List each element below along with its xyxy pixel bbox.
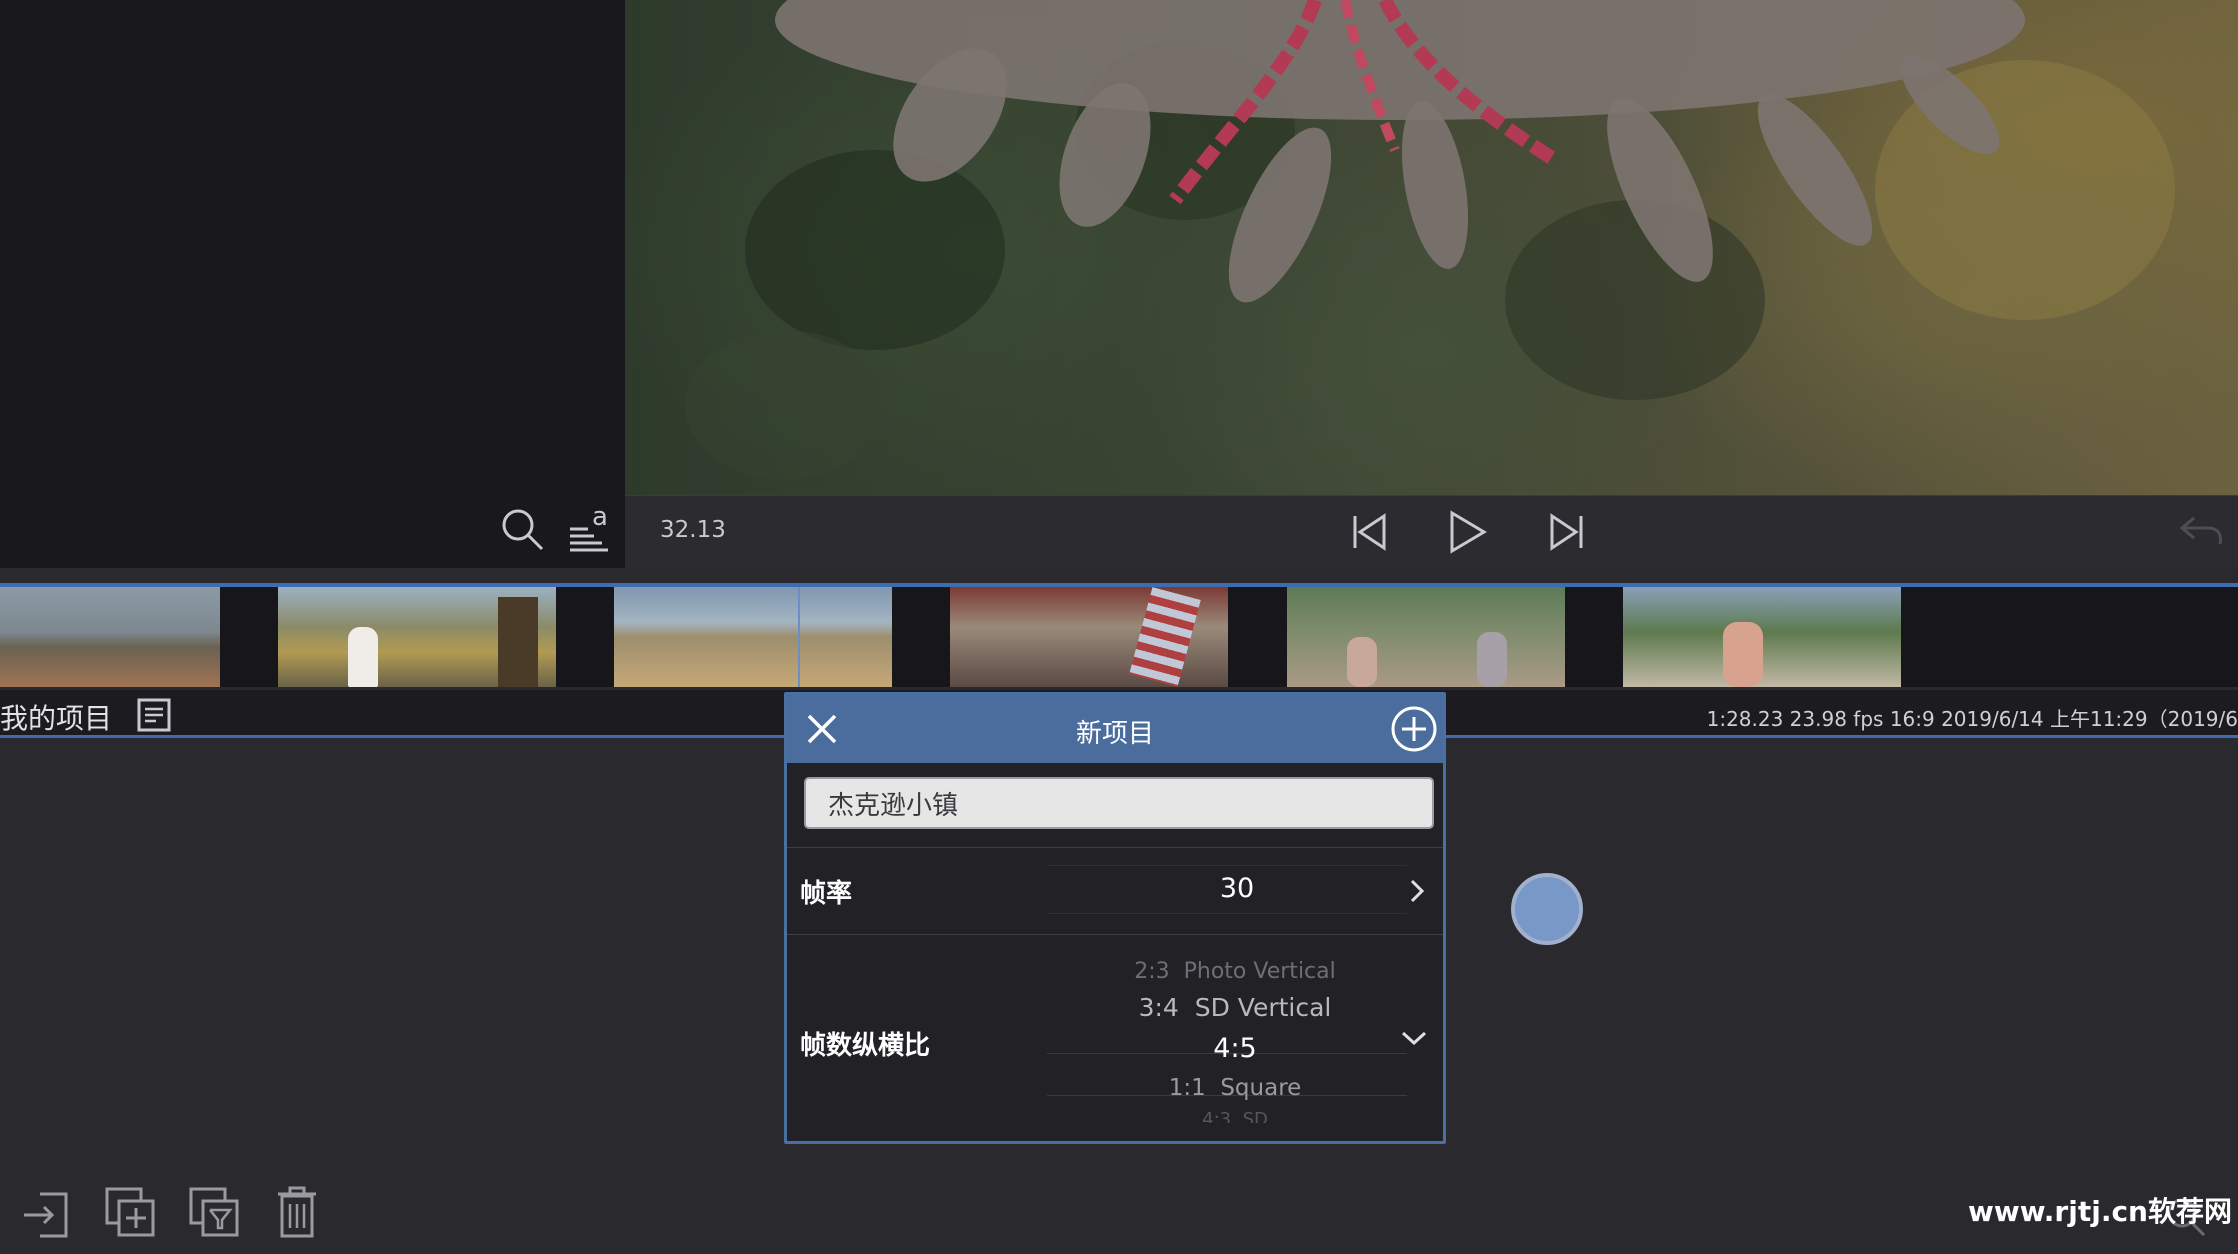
- text-sort-icon[interactable]: a: [566, 503, 616, 553]
- project-filmstrip[interactable]: [0, 587, 2238, 687]
- close-icon[interactable]: [797, 704, 847, 754]
- divider: [787, 934, 1443, 935]
- project-name-input[interactable]: [804, 777, 1434, 829]
- aspect-option[interactable]: 2:3 Photo Vertical: [1017, 959, 1446, 984]
- clip-thumbnail[interactable]: [1287, 587, 1565, 687]
- project-notes-icon[interactable]: [136, 697, 174, 733]
- watermark: www.rjtj.cn软荐网: [1968, 1190, 2232, 1230]
- trash-icon[interactable]: [276, 1186, 320, 1240]
- project-metadata: 1:28.23 23.98 fps 16:9 2019/6/14 上午11:29…: [1707, 703, 2238, 732]
- frame-rate-label: 帧率: [800, 873, 852, 910]
- svg-text:a: a: [592, 503, 608, 532]
- undo-icon[interactable]: [2178, 512, 2224, 548]
- transport-bar: [625, 495, 2238, 568]
- filter-project-icon[interactable]: [188, 1186, 242, 1240]
- aspect-ratio-label: 帧数纵横比: [800, 1025, 930, 1062]
- aspect-option-selected[interactable]: 4:5: [1017, 1033, 1446, 1064]
- aspect-option[interactable]: 4:3 SD: [1017, 1109, 1446, 1123]
- clip-thumbnail[interactable]: [0, 587, 220, 687]
- search-icon[interactable]: [500, 507, 546, 553]
- play-icon[interactable]: [1446, 509, 1490, 555]
- divider: [787, 847, 1443, 848]
- frame-rate-value[interactable]: 30: [1027, 873, 1446, 904]
- picker-line: [1047, 865, 1407, 866]
- red-cord: [1115, 0, 1575, 230]
- clip-thumbnail[interactable]: [950, 587, 1228, 687]
- clip-thumbnail[interactable]: [614, 587, 892, 687]
- import-icon[interactable]: [22, 1190, 72, 1240]
- new-project-dialog: 新项目 帧率 30 帧数纵横比 2:3 Photo Vertical 3:4 S…: [784, 692, 1446, 1144]
- timecode: 32.13: [660, 517, 726, 543]
- playhead[interactable]: [798, 587, 800, 687]
- add-icon[interactable]: [1389, 704, 1439, 754]
- aspect-option[interactable]: 1:1 Square: [1017, 1075, 1446, 1101]
- touch-indicator: [1511, 873, 1583, 945]
- video-preview[interactable]: [625, 0, 2238, 495]
- clip-thumbnail[interactable]: [1623, 587, 1901, 687]
- chevron-right-icon[interactable]: [1404, 873, 1430, 909]
- add-project-icon[interactable]: [104, 1186, 158, 1240]
- project-title[interactable]: 我的项目: [0, 697, 112, 737]
- clip-thumbnail[interactable]: [278, 587, 556, 687]
- browser-panel: [0, 0, 625, 568]
- skip-forward-icon[interactable]: [1546, 512, 1586, 552]
- picker-line: [1047, 913, 1407, 914]
- skip-back-icon[interactable]: [1350, 512, 1390, 552]
- chevron-down-icon[interactable]: [1397, 1025, 1431, 1053]
- dialog-title: 新项目: [787, 713, 1443, 750]
- aspect-option[interactable]: 3:4 SD Vertical: [1017, 993, 1446, 1022]
